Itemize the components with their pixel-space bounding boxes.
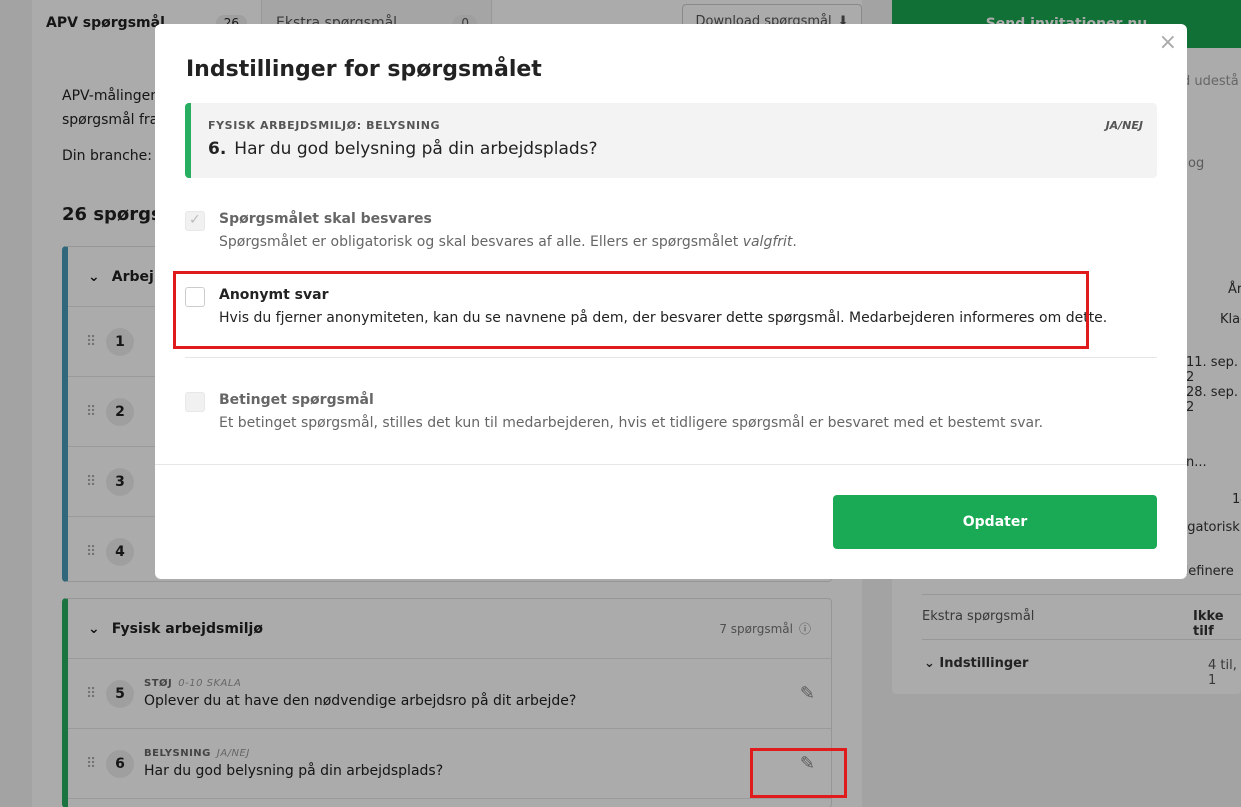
option-title: Spørgsmålet skal besvares <box>219 211 432 227</box>
option-desc-end: . <box>792 234 797 250</box>
divider <box>185 357 1157 358</box>
question-number: 6. <box>208 139 227 159</box>
conditional-checkbox <box>185 392 205 412</box>
option-description: Et betinget spørgsmål, stilles det kun t… <box>219 415 1044 431</box>
option-title: Betinget spørgsmål <box>219 392 374 408</box>
question-category: FYSISK ARBEJDSMILJØ: BELYSNING <box>208 119 441 132</box>
question-preview: FYSISK ARBEJDSMILJØ: BELYSNING JA/NEJ 6.… <box>185 103 1157 178</box>
modal-title: Indstillinger for spørgsmålet <box>186 57 542 82</box>
question-text: Har du god belysning på din arbejdsplads… <box>234 139 598 159</box>
required-checkbox: ✓ <box>185 211 205 231</box>
footer-divider <box>155 464 1187 465</box>
option-desc-text: Spørgsmålet er obligatorisk og skal besv… <box>219 234 743 250</box>
update-button[interactable]: Opdater <box>833 495 1157 549</box>
option-desc-emphasis: valgfrit <box>742 234 793 250</box>
option-description: Spørgsmålet er obligatorisk og skal besv… <box>219 234 797 250</box>
highlight-box-anonymous <box>173 271 1089 349</box>
checkmark-icon: ✓ <box>189 212 201 228</box>
question-preview-text: 6. Har du god belysning på din arbejdspla… <box>208 139 598 159</box>
question-type: JA/NEJ <box>1105 119 1143 132</box>
highlight-box-edit <box>750 748 847 798</box>
close-icon[interactable]: × <box>1159 30 1177 55</box>
